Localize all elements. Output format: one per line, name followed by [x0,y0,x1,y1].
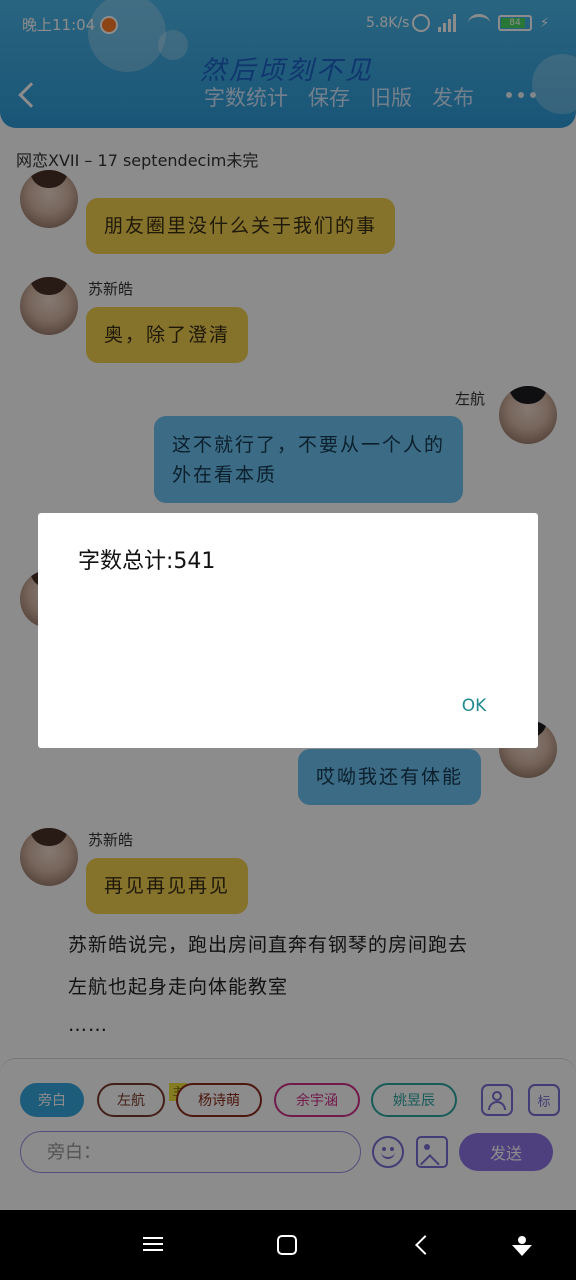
system-nav-bar [0,1210,576,1280]
home-icon[interactable] [277,1235,297,1255]
ok-button[interactable]: OK [452,691,496,721]
assistant-icon[interactable] [512,1236,532,1256]
word-count-dialog: 字数总计:541 OK [38,513,538,748]
back-nav-icon[interactable] [415,1235,435,1255]
dialog-message: 字数总计:541 [78,549,216,574]
menu-icon[interactable] [143,1233,167,1257]
